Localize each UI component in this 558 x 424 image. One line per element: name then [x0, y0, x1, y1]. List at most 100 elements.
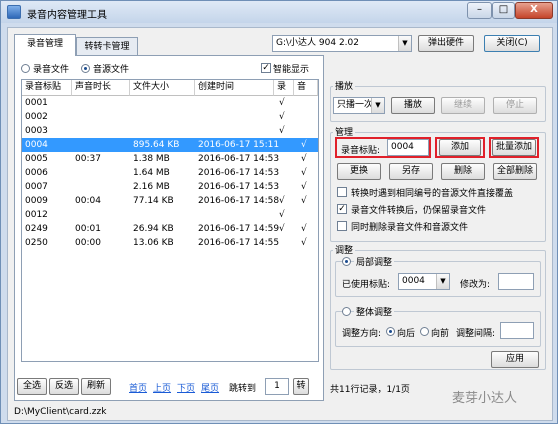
- table-row[interactable]: 0007 2.16 MB 2016-06-17 14:53 √: [22, 180, 318, 194]
- table-cell-src: √: [301, 154, 307, 164]
- table-cell-duration: 00:37: [75, 154, 101, 164]
- play-button[interactable]: 播放: [391, 97, 435, 114]
- table-cell-id: 0007: [25, 182, 48, 192]
- table-cell-id: 0009: [25, 196, 48, 206]
- drive-select-value: G:\小达人 904 2.02: [276, 38, 359, 48]
- keep-recording-checkbox[interactable]: ✓: [337, 204, 347, 214]
- label-caption: 录音标贴:: [341, 146, 381, 156]
- first-page-link[interactable]: 首页: [129, 381, 147, 394]
- page-input[interactable]: 1: [265, 378, 289, 395]
- go-button[interactable]: 转: [293, 378, 309, 395]
- table-row[interactable]: 0006 1.64 MB 2016-06-17 14:53 √: [22, 166, 318, 180]
- table-row[interactable]: 0002 √: [22, 110, 318, 124]
- table-cell-rec: [276, 152, 279, 166]
- table-cell-src: √: [301, 238, 307, 248]
- table-row[interactable]: 0012 √: [22, 208, 318, 222]
- smart-display-checkbox[interactable]: ✓: [261, 63, 271, 73]
- select-all-button[interactable]: 全选: [17, 378, 47, 395]
- table-cell-created: [195, 110, 198, 124]
- table-cell-size: 77.14 KB: [133, 196, 174, 206]
- interval-input[interactable]: [500, 322, 534, 339]
- eject-hardware-button[interactable]: 弹出硬件: [418, 35, 474, 52]
- batch-add-button[interactable]: 批量添加: [492, 139, 536, 156]
- refresh-button[interactable]: 刷新: [81, 378, 111, 395]
- keep-recording-label: 录音文件转换后，仍保留录音文件: [351, 206, 487, 216]
- col-header-rec[interactable]: 录: [274, 80, 294, 96]
- table-cell-id: 0012: [25, 210, 48, 220]
- table-cell-id: 0250: [25, 238, 48, 248]
- radio-recording-file[interactable]: [21, 64, 30, 73]
- table-cell-id: 0006: [25, 168, 48, 178]
- delete-all-button[interactable]: 全部删除: [493, 163, 537, 180]
- col-header-size[interactable]: 文件大小: [130, 80, 195, 96]
- delete-button[interactable]: 删除: [441, 163, 485, 180]
- stop-button[interactable]: 停止: [493, 97, 537, 114]
- radio-forward[interactable]: [420, 327, 429, 336]
- col-header-duration[interactable]: 声音时长: [72, 80, 130, 96]
- table-cell-created: [195, 124, 198, 138]
- tab-recording-manage[interactable]: 录音管理: [14, 34, 76, 56]
- table-row[interactable]: 0005 00:37 1.38 MB 2016-06-17 14:53 √: [22, 152, 318, 166]
- drive-select[interactable]: G:\小达人 904 2.02 ▼: [272, 35, 412, 52]
- prev-page-link[interactable]: 上页: [153, 381, 171, 394]
- global-adjust-group: 整体调整 调整方向: 向后 向前 调整间隔:: [335, 305, 541, 347]
- table-cell-rec: √: [279, 196, 285, 206]
- play-mode-select[interactable]: 只播一次 ▼: [333, 97, 385, 114]
- recording-table: 录音标贴 声音时长 文件大小 创建时间 录 音 0001 √ 0002 √ 0003 √ 0…: [21, 79, 319, 362]
- play-group: 播放 只播一次 ▼ 播放 继续 停止: [330, 79, 546, 122]
- radio-audio-file[interactable]: [81, 64, 90, 73]
- table-row[interactable]: 0009 00:04 77.14 KB 2016-06-17 14:58 √ √: [22, 194, 318, 208]
- adjust-group-label: 调整: [333, 243, 356, 256]
- table-row[interactable]: 0249 00:01 26.94 KB 2016-06-17 14:59 √ √: [22, 222, 318, 236]
- close-button[interactable]: 关闭(C): [484, 35, 540, 52]
- label-input[interactable]: 0004: [387, 139, 429, 156]
- minimize-button[interactable]: –: [467, 2, 492, 19]
- table-row[interactable]: 0250 00:00 13.06 KB 2016-06-17 14:55 √: [22, 236, 318, 250]
- save-as-button[interactable]: 另存: [389, 163, 433, 180]
- delete-both-checkbox[interactable]: [337, 221, 347, 231]
- invert-select-button[interactable]: 反选: [49, 378, 79, 395]
- modify-to-label: 修改为:: [460, 280, 491, 290]
- radio-local-adjust[interactable]: [342, 257, 351, 266]
- radio-global-adjust[interactable]: [342, 307, 351, 316]
- maximize-button[interactable]: □: [492, 2, 515, 19]
- col-header-src[interactable]: 音: [294, 80, 318, 96]
- close-window-button[interactable]: X: [515, 2, 553, 19]
- replace-button[interactable]: 更换: [337, 163, 381, 180]
- table-cell-src: √: [301, 182, 307, 192]
- add-button[interactable]: 添加: [439, 139, 481, 156]
- tab-card-manage[interactable]: 转转卡管理: [76, 37, 138, 57]
- radio-recording-label: 录音文件: [33, 65, 70, 75]
- col-header-created[interactable]: 创建时间: [195, 80, 274, 96]
- table-row[interactable]: 0004 895.64 KB 2016-06-17 15:11 √: [22, 138, 318, 152]
- table-cell-created: [195, 96, 198, 110]
- recording-panel: 录音文件 音源文件 ✓ 智能显示 录音标贴 声音时长 文件大小 创建时间 录 音…: [14, 55, 324, 401]
- table-cell-rec: √: [279, 210, 285, 220]
- table-cell-id: 0005: [25, 154, 48, 164]
- table-cell-rec: √: [279, 98, 285, 108]
- chevron-down-icon: ▼: [398, 36, 411, 51]
- used-label-value: 0004: [402, 276, 425, 286]
- table-cell-size: 2.16 MB: [133, 182, 170, 192]
- table-row[interactable]: 0001 √: [22, 96, 318, 110]
- table-cell-src: [298, 208, 301, 222]
- last-page-link[interactable]: 尾页: [201, 381, 219, 394]
- table-cell-created: 2016-06-17 14:53: [198, 168, 280, 178]
- table-row[interactable]: 0003 √: [22, 124, 318, 138]
- overwrite-checkbox[interactable]: [337, 187, 347, 197]
- used-label-select[interactable]: 0004 ▼: [398, 273, 450, 290]
- table-cell-size: [130, 124, 133, 138]
- table-cell-size: 1.64 MB: [133, 168, 170, 178]
- resume-button[interactable]: 继续: [441, 97, 485, 114]
- table-cell-created: [195, 208, 198, 222]
- modify-to-input[interactable]: [498, 273, 534, 290]
- table-cell-size: 26.94 KB: [133, 224, 174, 234]
- table-cell-duration: [72, 180, 75, 194]
- record-summary: 共11行记录，1/1页: [330, 385, 410, 395]
- radio-backward[interactable]: [386, 327, 395, 336]
- table-cell-rec: √: [279, 112, 285, 122]
- col-header-label[interactable]: 录音标贴: [22, 80, 72, 96]
- apply-button[interactable]: 应用: [491, 351, 539, 368]
- next-page-link[interactable]: 下页: [177, 381, 195, 394]
- forward-label: 向前: [431, 329, 450, 339]
